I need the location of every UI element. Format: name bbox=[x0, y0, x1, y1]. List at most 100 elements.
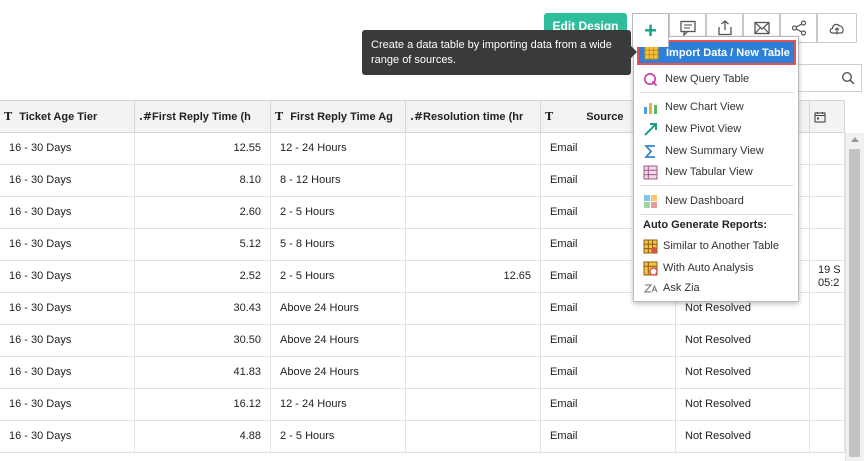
table-row[interactable]: 16 - 30 Days 41.83 Above 24 Hours Email Not … bbox=[0, 357, 845, 389]
cell-first-reply-time-age[interactable]: 5 - 8 Hours bbox=[271, 229, 406, 260]
column-header-first-reply-time-age[interactable]: T First Reply Time Ag bbox=[271, 101, 406, 133]
menu-item-new-chart-view[interactable]: New Chart View bbox=[638, 97, 795, 117]
summary-view-icon bbox=[641, 143, 659, 159]
menu-item-ask-zia[interactable]: Ask Zia bbox=[638, 278, 795, 298]
cell-resolution-time[interactable] bbox=[406, 357, 541, 388]
cell-first-reply-time-age[interactable]: 2 - 5 Hours bbox=[271, 261, 406, 292]
cell-resolution-time[interactable] bbox=[406, 389, 541, 420]
cell-source[interactable]: Email bbox=[541, 421, 676, 452]
query-table-icon bbox=[641, 71, 659, 87]
cell-first-reply-time-age[interactable]: 2 - 5 Hours bbox=[271, 421, 406, 452]
cell-status[interactable]: Not Resolved bbox=[676, 325, 810, 356]
cell-date[interactable] bbox=[810, 197, 845, 228]
cell-ticket-age-tier[interactable]: 16 - 30 Days bbox=[0, 293, 135, 324]
scroll-up-arrow-icon[interactable] bbox=[851, 137, 859, 142]
dashboard-icon bbox=[641, 193, 659, 209]
cell-resolution-time[interactable]: 12.65 bbox=[406, 261, 541, 292]
cell-first-reply-time[interactable]: 2.60 bbox=[135, 197, 271, 228]
cell-date[interactable] bbox=[810, 421, 845, 452]
cell-first-reply-time-age[interactable]: Above 24 Hours bbox=[271, 293, 406, 324]
cell-first-reply-time[interactable]: 16.12 bbox=[135, 389, 271, 420]
table-row[interactable]: 16 - 30 Days 16.12 12 - 24 Hours Email Not R… bbox=[0, 389, 845, 421]
cell-ticket-age-tier[interactable]: 16 - 30 Days bbox=[0, 421, 135, 452]
cell-ticket-age-tier[interactable]: 16 - 30 Days bbox=[0, 325, 135, 356]
chart-view-icon bbox=[641, 99, 659, 115]
vertical-scrollbar[interactable] bbox=[845, 133, 864, 461]
column-header-date[interactable] bbox=[810, 101, 845, 133]
cell-resolution-time[interactable] bbox=[406, 133, 541, 164]
cell-status[interactable]: Not Resolved bbox=[676, 389, 810, 420]
add-tooltip: Create a data table by importing data fr… bbox=[362, 30, 637, 75]
cell-first-reply-time[interactable]: 41.83 bbox=[135, 357, 271, 388]
cell-ticket-age-tier[interactable]: 16 - 30 Days bbox=[0, 165, 135, 196]
cell-first-reply-time[interactable]: 4.88 bbox=[135, 421, 271, 452]
auto-generate-header: Auto Generate Reports: bbox=[643, 219, 768, 231]
cell-ticket-age-tier[interactable]: 16 - 30 Days bbox=[0, 197, 135, 228]
menu-item-new-pivot-view[interactable]: New Pivot View bbox=[638, 119, 795, 139]
cell-resolution-time[interactable] bbox=[406, 325, 541, 356]
cell-first-reply-time-age[interactable]: Above 24 Hours bbox=[271, 325, 406, 356]
cell-date[interactable] bbox=[810, 165, 845, 196]
cell-status[interactable]: Not Resolved bbox=[676, 357, 810, 388]
cell-first-reply-time-age[interactable]: 12 - 24 Hours bbox=[271, 133, 406, 164]
menu-item-auto-analysis[interactable]: With Auto Analysis bbox=[638, 258, 795, 278]
search-input[interactable] bbox=[798, 64, 862, 92]
cell-source[interactable]: Email bbox=[541, 357, 676, 388]
cell-first-reply-time-age[interactable]: Above 24 Hours bbox=[271, 357, 406, 388]
pivot-view-icon bbox=[641, 121, 659, 137]
cell-source[interactable]: Email bbox=[541, 389, 676, 420]
column-header-resolution-time[interactable]: .#Resolution time (hr bbox=[406, 101, 541, 133]
column-header-ticket-age-tier[interactable]: T Ticket Age Tier bbox=[0, 101, 135, 133]
cell-date[interactable] bbox=[810, 293, 845, 324]
cell-first-reply-time[interactable]: 30.43 bbox=[135, 293, 271, 324]
cell-ticket-age-tier[interactable]: 16 - 30 Days bbox=[0, 229, 135, 260]
cell-date[interactable] bbox=[810, 389, 845, 420]
cell-ticket-age-tier[interactable]: 16 - 30 Days bbox=[0, 261, 135, 292]
auto-analysis-icon bbox=[641, 260, 659, 276]
cell-resolution-time[interactable] bbox=[406, 421, 541, 452]
column-header-first-reply-time[interactable]: .#First Reply Time (h bbox=[135, 101, 271, 133]
table-row[interactable]: 16 - 30 Days 4.88 2 - 5 Hours Email Not Reso… bbox=[0, 421, 845, 453]
email-icon bbox=[753, 21, 770, 35]
cell-first-reply-time[interactable]: 8.10 bbox=[135, 165, 271, 196]
cell-date[interactable] bbox=[810, 325, 845, 356]
calendar-icon bbox=[814, 112, 826, 123]
cell-source[interactable]: Email bbox=[541, 325, 676, 356]
plus-icon: + bbox=[644, 17, 657, 43]
menu-item-similar-table[interactable]: Similar to Another Table bbox=[638, 236, 795, 256]
cell-first-reply-time-age[interactable]: 12 - 24 Hours bbox=[271, 389, 406, 420]
comment-icon bbox=[679, 20, 696, 37]
table-row[interactable]: 16 - 30 Days 30.50 Above 24 Hours Email Not … bbox=[0, 325, 845, 357]
scrollbar-thumb[interactable] bbox=[849, 149, 860, 457]
cell-resolution-time[interactable] bbox=[406, 165, 541, 196]
add-menu: Import Data / New Table New Query Table … bbox=[633, 36, 799, 302]
cell-first-reply-time-age[interactable]: 8 - 12 Hours bbox=[271, 165, 406, 196]
cell-date[interactable]: 19 S 05:2 bbox=[810, 261, 845, 292]
cell-ticket-age-tier[interactable]: 16 - 30 Days bbox=[0, 389, 135, 420]
publish-button[interactable] bbox=[817, 13, 857, 43]
search-icon bbox=[841, 71, 855, 85]
menu-item-new-tabular-view[interactable]: New Tabular View bbox=[638, 162, 795, 182]
cell-date[interactable] bbox=[810, 229, 845, 260]
cloud-upload-icon bbox=[829, 23, 844, 35]
menu-item-new-query-table[interactable]: New Query Table bbox=[638, 69, 795, 89]
add-button[interactable]: + bbox=[632, 13, 669, 47]
cell-first-reply-time[interactable]: 30.50 bbox=[135, 325, 271, 356]
cell-ticket-age-tier[interactable]: 16 - 30 Days bbox=[0, 357, 135, 388]
share-icon bbox=[791, 20, 806, 36]
similar-table-icon bbox=[641, 238, 659, 254]
cell-status[interactable]: Not Resolved bbox=[676, 421, 810, 452]
cell-date[interactable] bbox=[810, 357, 845, 388]
cell-first-reply-time[interactable]: 5.12 bbox=[135, 229, 271, 260]
cell-first-reply-time-age[interactable]: 2 - 5 Hours bbox=[271, 197, 406, 228]
menu-item-new-summary-view[interactable]: New Summary View bbox=[638, 141, 795, 161]
cell-resolution-time[interactable] bbox=[406, 197, 541, 228]
menu-item-new-dashboard[interactable]: New Dashboard bbox=[638, 191, 795, 211]
cell-date[interactable] bbox=[810, 133, 845, 164]
cell-first-reply-time[interactable]: 12.55 bbox=[135, 133, 271, 164]
cell-resolution-time[interactable] bbox=[406, 293, 541, 324]
cell-resolution-time[interactable] bbox=[406, 229, 541, 260]
cell-ticket-age-tier[interactable]: 16 - 30 Days bbox=[0, 133, 135, 164]
cell-first-reply-time[interactable]: 2.52 bbox=[135, 261, 271, 292]
tabular-view-icon bbox=[641, 164, 659, 180]
